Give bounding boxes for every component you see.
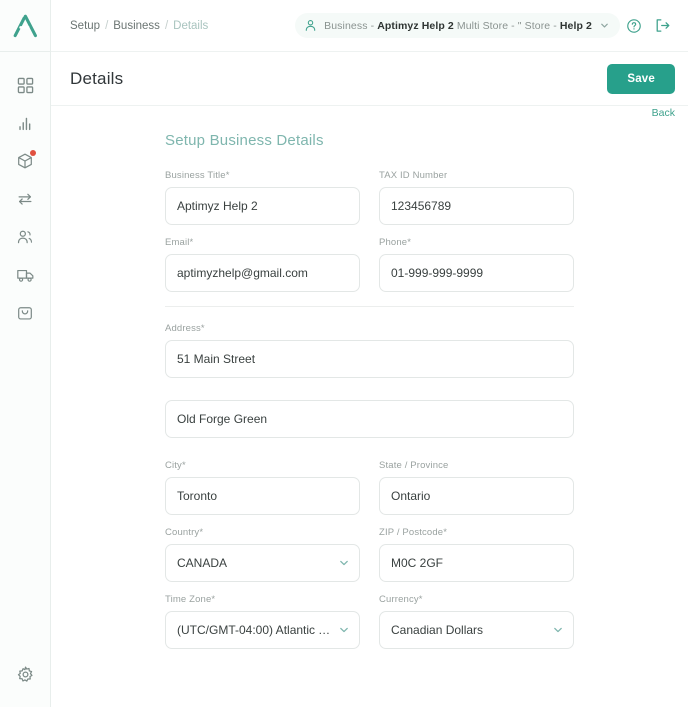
account-middle-text: Multi Store - " Store - — [454, 20, 560, 32]
sidebar-item-reports[interactable] — [0, 104, 51, 142]
shopping-bag-icon — [16, 304, 34, 322]
form-row-identity: Business Title* TAX ID Number — [165, 170, 575, 225]
exchange-arrows-icon — [16, 190, 34, 208]
aptimyz-logo-icon — [12, 14, 38, 38]
breadcrumb-item-business[interactable]: Business — [113, 20, 160, 32]
field-timezone: Time Zone* — [165, 594, 360, 649]
form-row-timezone-currency: Time Zone* Currency* — [165, 594, 575, 649]
currency-select[interactable] — [379, 611, 574, 649]
account-label: Business - Aptimyz Help 2 Multi Store - … — [324, 20, 592, 32]
form-row-country-zip: Country* ZIP / Postcode* — [165, 527, 575, 582]
logout-button[interactable] — [648, 12, 676, 40]
field-address-line-1: Address* — [165, 323, 574, 378]
sidebar-item-orders[interactable] — [0, 294, 51, 332]
field-tax-id: TAX ID Number — [379, 170, 574, 225]
phone-label: Phone* — [379, 237, 574, 248]
gear-icon — [16, 665, 35, 684]
sidebar-item-products[interactable] — [0, 142, 51, 180]
account-selector[interactable]: Business - Aptimyz Help 2 Multi Store - … — [295, 13, 620, 38]
city-input[interactable] — [165, 477, 360, 515]
truck-icon — [16, 266, 35, 284]
state-input[interactable] — [379, 477, 574, 515]
field-currency: Currency* — [379, 594, 574, 649]
sidebar-item-settings[interactable] — [0, 655, 51, 693]
sidebar-item-customers[interactable] — [0, 218, 51, 256]
zip-label: ZIP / Postcode* — [379, 527, 574, 538]
account-business-name: Aptimyz Help 2 — [377, 20, 454, 32]
back-link[interactable]: Back — [652, 108, 675, 119]
zip-input[interactable] — [379, 544, 574, 582]
form-row-address2 — [165, 400, 575, 438]
grid-icon — [17, 77, 34, 94]
business-title-input[interactable] — [165, 187, 360, 225]
chevron-down-icon — [599, 20, 610, 31]
topbar: Setup / Business / Details Business - Ap… — [51, 0, 688, 52]
timezone-select[interactable] — [165, 611, 360, 649]
country-select-wrap — [165, 544, 360, 582]
products-notification-badge — [30, 150, 36, 156]
address-gap — [165, 390, 575, 400]
address2-gap — [165, 450, 575, 460]
email-label: Email* — [165, 237, 360, 248]
main-content: Setup / Business / Details Business - Ap… — [51, 0, 688, 707]
field-zip: ZIP / Postcode* — [379, 527, 574, 582]
address-line-1-input[interactable] — [165, 340, 574, 378]
breadcrumb: Setup / Business / Details — [70, 20, 208, 32]
account-store-name: Help 2 — [560, 20, 592, 32]
field-city: City* — [165, 460, 360, 515]
sidebar — [0, 0, 51, 707]
address-line-2-input[interactable] — [165, 400, 574, 438]
app-root: Setup / Business / Details Business - Ap… — [0, 0, 688, 707]
breadcrumb-item-setup[interactable]: Setup — [70, 20, 100, 32]
bar-chart-icon — [17, 115, 34, 132]
field-email: Email* — [165, 237, 360, 292]
field-business-title: Business Title* — [165, 170, 360, 225]
save-button[interactable]: Save — [607, 64, 675, 94]
city-label: City* — [165, 460, 360, 471]
breadcrumb-item-details: Details — [173, 20, 208, 32]
form-heading: Setup Business Details — [165, 132, 575, 149]
help-button[interactable] — [620, 12, 648, 40]
sidebar-nav — [0, 66, 50, 332]
page-title: Details — [70, 69, 123, 89]
breadcrumb-separator: / — [165, 20, 168, 32]
timezone-select-wrap — [165, 611, 360, 649]
country-select[interactable] — [165, 544, 360, 582]
form-row-address1: Address* — [165, 323, 575, 378]
tax-id-label: TAX ID Number — [379, 170, 574, 181]
field-country: Country* — [165, 527, 360, 582]
form-row-contact: Email* Phone* — [165, 237, 575, 292]
phone-input[interactable] — [379, 254, 574, 292]
logout-icon — [654, 17, 671, 34]
breadcrumb-separator: / — [105, 20, 108, 32]
app-logo[interactable] — [0, 0, 51, 52]
sidebar-item-dashboard[interactable] — [0, 66, 51, 104]
country-label: Country* — [165, 527, 360, 538]
sidebar-item-transfers[interactable] — [0, 180, 51, 218]
field-state: State / Province — [379, 460, 574, 515]
form-scroll-area: Setup Business Details Business Title* T… — [51, 106, 688, 707]
page-header: Details Save Back — [51, 52, 688, 106]
currency-select-wrap — [379, 611, 574, 649]
timezone-label: Time Zone* — [165, 594, 360, 605]
currency-label: Currency* — [379, 594, 574, 605]
field-address-line-2 — [165, 400, 574, 438]
people-icon — [16, 228, 34, 246]
sidebar-item-deliveries[interactable] — [0, 256, 51, 294]
field-phone: Phone* — [379, 237, 574, 292]
section-divider — [165, 306, 574, 307]
business-details-form: Setup Business Details Business Title* T… — [165, 132, 575, 649]
state-label: State / Province — [379, 460, 574, 471]
form-row-city-state: City* State / Province — [165, 460, 575, 515]
help-circle-icon — [626, 18, 642, 34]
person-icon — [304, 19, 317, 32]
business-title-label: Business Title* — [165, 170, 360, 181]
email-input[interactable] — [165, 254, 360, 292]
address-label: Address* — [165, 323, 574, 334]
tax-id-input[interactable] — [379, 187, 574, 225]
